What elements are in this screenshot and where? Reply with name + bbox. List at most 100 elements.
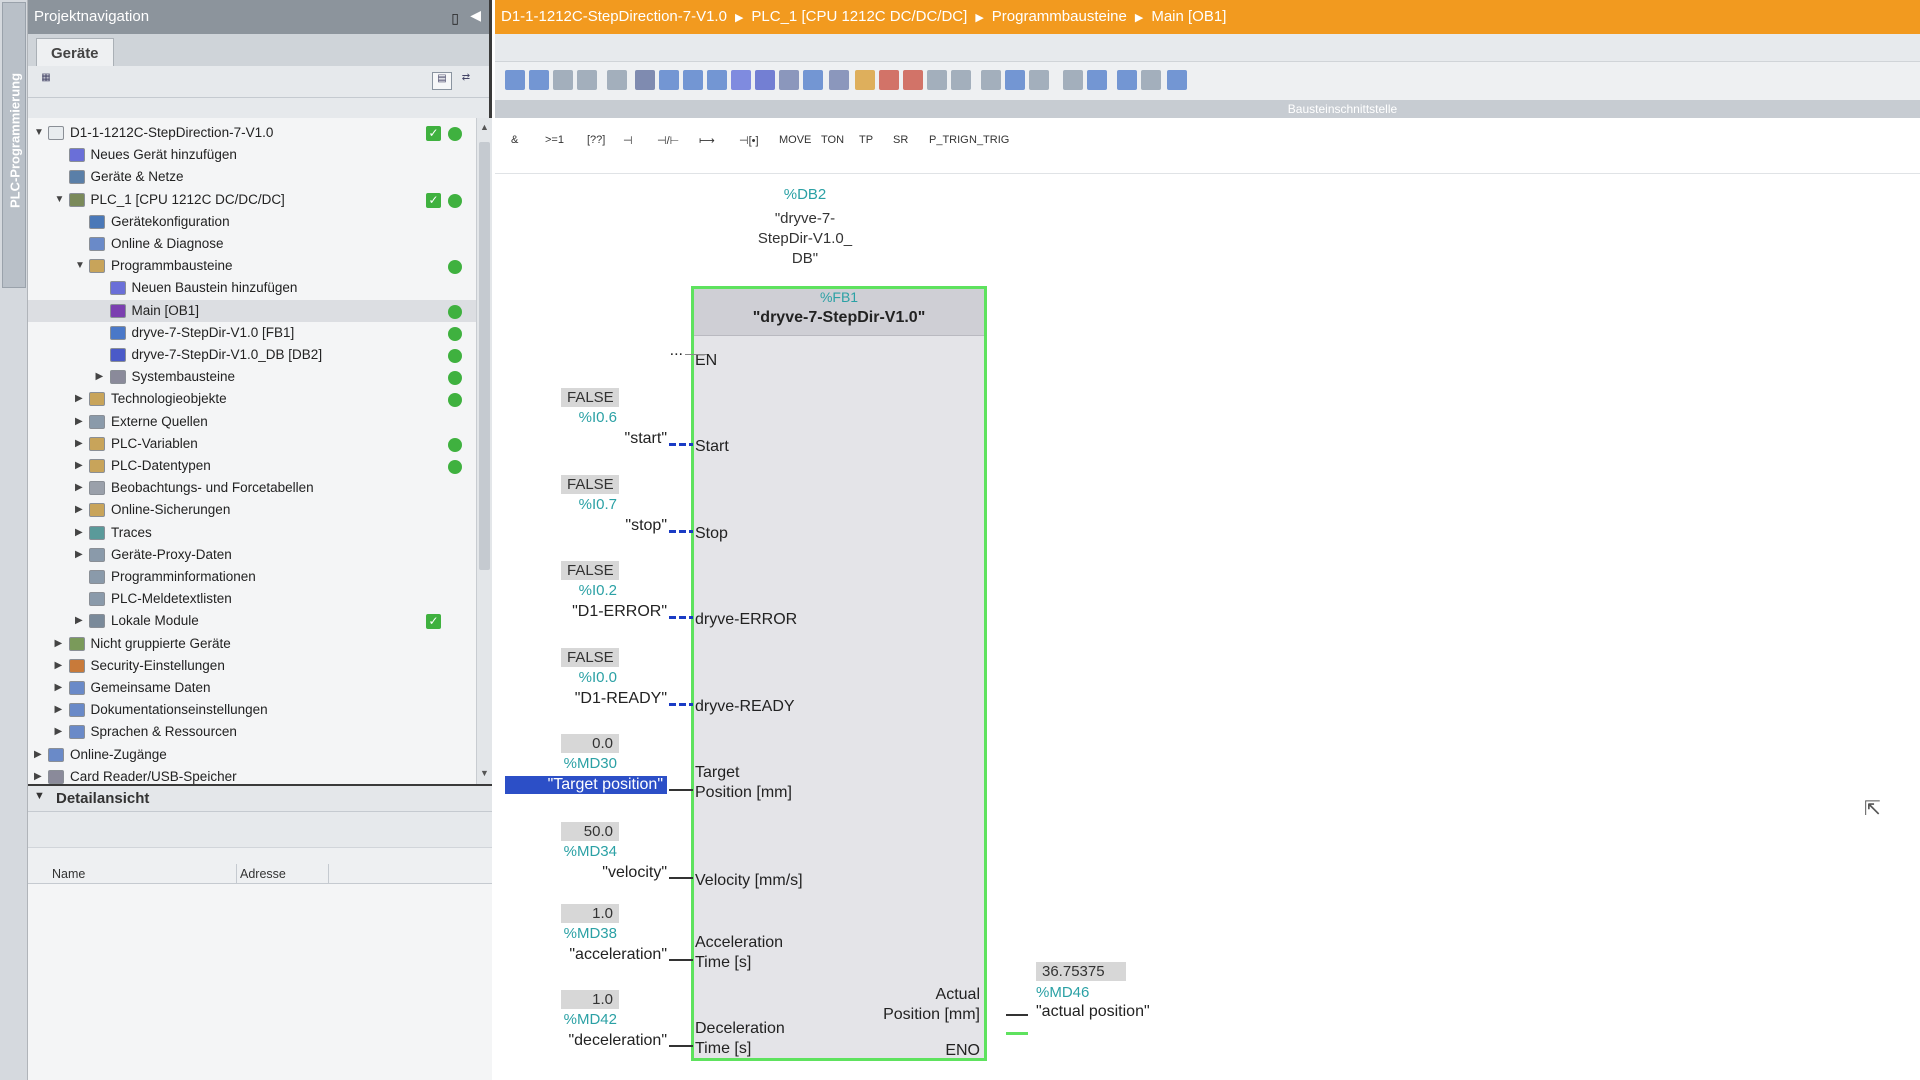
input-acceleration-symbol[interactable]: "acceleration" bbox=[505, 946, 667, 964]
tree-item[interactable]: PLC-Meldetextlisten bbox=[28, 588, 476, 610]
tree-item[interactable]: Neues Gerät hinzufügen bbox=[28, 144, 476, 166]
expand-right-icon[interactable]: ▶ bbox=[75, 610, 87, 632]
tree-item[interactable]: Gerätekonfiguration bbox=[28, 211, 476, 233]
ladder-coil-icon[interactable]: ⟼ bbox=[699, 134, 715, 147]
favorites-icon[interactable] bbox=[707, 70, 727, 90]
compare-icon[interactable] bbox=[1117, 70, 1137, 90]
ladder-and-box-icon[interactable]: & bbox=[511, 134, 518, 146]
ladder-empty-box-icon[interactable]: [??] bbox=[587, 134, 605, 146]
tree-item[interactable]: ▶ Card Reader/USB-Speicher bbox=[28, 766, 476, 784]
breadcrumb-plc[interactable]: PLC_1 [CPU 1212C DC/DC/DC] bbox=[751, 8, 967, 25]
instance-db-name-line2[interactable]: StepDir-V1.0_ bbox=[735, 230, 875, 247]
add-project-icon[interactable]: ▦ bbox=[36, 72, 56, 90]
expand-right-icon[interactable]: ▶ bbox=[96, 366, 108, 388]
pin-icon[interactable] bbox=[855, 70, 875, 90]
go-offline-icon[interactable] bbox=[903, 70, 923, 90]
connect-icon[interactable] bbox=[803, 70, 823, 90]
variables-icon[interactable] bbox=[1167, 70, 1187, 90]
project-tree-scrollbar[interactable]: ▲ ▼ bbox=[476, 118, 492, 784]
breadcrumb-program-blocks[interactable]: Programmbausteine bbox=[992, 8, 1127, 25]
expand-down-icon[interactable]: ▼ bbox=[75, 255, 87, 277]
editor-canvas[interactable]: %DB2 "dryve-7- StepDir-V1.0_ DB" %FB1 "d… bbox=[495, 174, 1920, 1080]
input-dryve-ready-symbol[interactable]: "D1-READY" bbox=[505, 690, 667, 708]
tree-item[interactable]: ▶ Systembausteine bbox=[28, 366, 476, 388]
instance-db-name-line3[interactable]: DB" bbox=[735, 250, 875, 267]
en-input[interactable]: ... bbox=[655, 342, 683, 360]
tree-item[interactable]: ▶ PLC-Datentypen bbox=[28, 455, 476, 477]
scroll-thumb[interactable] bbox=[479, 142, 490, 570]
tree-item[interactable]: dryve-7-StepDir-V1.0_DB [DB2] bbox=[28, 344, 476, 366]
absolute-operands-icon[interactable] bbox=[683, 70, 703, 90]
input-target-position-symbol[interactable]: "Target position" bbox=[505, 776, 667, 794]
input-stop-symbol[interactable]: "stop" bbox=[505, 517, 667, 535]
delete-network-icon[interactable] bbox=[529, 70, 549, 90]
tree-item[interactable]: ▶ Nicht gruppierte Geräte bbox=[28, 633, 476, 655]
collapse-left-icon[interactable]: ◀ bbox=[470, 7, 481, 24]
tree-item[interactable]: ▶ Geräte-Proxy-Daten bbox=[28, 544, 476, 566]
expand-right-icon[interactable]: ▶ bbox=[55, 677, 67, 699]
function-block-box[interactable]: %FB1 "dryve-7-StepDir-V1.0" EN Start Sto… bbox=[691, 286, 987, 1061]
go-online-icon[interactable] bbox=[879, 70, 899, 90]
input-velocity-symbol[interactable]: "velocity" bbox=[505, 864, 667, 882]
breadcrumb-project[interactable]: D1-1-1212C-StepDirection-7-V1.0 bbox=[501, 8, 727, 25]
open-branch-icon[interactable] bbox=[755, 70, 775, 90]
tree-item[interactable]: ▶ Security-Einstellungen bbox=[28, 655, 476, 677]
expand-right-icon[interactable]: ▶ bbox=[55, 633, 67, 655]
ladder-tp-timer-icon[interactable]: TP bbox=[859, 134, 873, 146]
ladder-no-contact-icon[interactable]: ⊣ bbox=[623, 134, 633, 147]
tree-item[interactable]: ▶ Technologieobjekte bbox=[28, 388, 476, 410]
plc-programming-tab[interactable]: PLC-Programmierung bbox=[2, 2, 26, 288]
tree-item[interactable]: ▶ Lokale Module ✓ bbox=[28, 610, 476, 632]
call-environment-icon[interactable] bbox=[1087, 70, 1107, 90]
tree-item[interactable]: Main [OB1] bbox=[28, 299, 476, 322]
breadcrumb-main-ob1[interactable]: Main [OB1] bbox=[1151, 8, 1226, 25]
expand-right-icon[interactable]: ▶ bbox=[75, 433, 87, 455]
tree-item[interactable]: ▶ Traces bbox=[28, 522, 476, 544]
expand-right-icon[interactable]: ▶ bbox=[75, 544, 87, 566]
online-compare-icon[interactable]: ⇄ bbox=[456, 72, 476, 90]
show-comments-icon[interactable] bbox=[829, 70, 849, 90]
force-icon[interactable] bbox=[981, 70, 1001, 90]
input-start-symbol[interactable]: "start" bbox=[505, 430, 667, 448]
expand-down-icon[interactable]: ▼ bbox=[55, 189, 67, 211]
expand-right-icon[interactable]: ▶ bbox=[34, 744, 46, 766]
expand-right-icon[interactable]: ▶ bbox=[34, 766, 46, 784]
tree-item[interactable]: ▼ PLC_1 [CPU 1212C DC/DC/DC] ✓ bbox=[28, 189, 476, 211]
ladder-ton-timer-icon[interactable]: TON bbox=[821, 134, 844, 146]
tree-item[interactable]: ▼ Programmbausteine bbox=[28, 255, 476, 277]
close-branch-icon[interactable] bbox=[779, 70, 799, 90]
expand-right-icon[interactable]: ▶ bbox=[75, 477, 87, 499]
expand-down-icon[interactable]: ▼ bbox=[34, 122, 46, 144]
tree-item[interactable]: Online & Diagnose bbox=[28, 233, 476, 255]
ladder-or-box-icon[interactable]: >=1 bbox=[545, 134, 564, 146]
pin-icon[interactable]: ▯ bbox=[451, 8, 459, 28]
expand-right-icon[interactable]: ▶ bbox=[75, 455, 87, 477]
tree-item[interactable]: ▶ Externe Quellen bbox=[28, 411, 476, 433]
tab-geraete[interactable]: Geräte bbox=[36, 38, 114, 68]
expand-right-icon[interactable]: ▶ bbox=[75, 388, 87, 410]
step-over-icon[interactable] bbox=[1063, 70, 1083, 90]
function-block-name[interactable]: "dryve-7-StepDir-V1.0" bbox=[694, 309, 984, 327]
expand-right-icon[interactable]: ▶ bbox=[55, 655, 67, 677]
expand-right-icon[interactable]: ▶ bbox=[75, 499, 87, 521]
ladder-sr-flipflop-icon[interactable]: SR bbox=[893, 134, 908, 146]
monitoring-on-icon[interactable] bbox=[1141, 70, 1161, 90]
open-all-networks-icon[interactable] bbox=[635, 70, 655, 90]
modify-icon[interactable] bbox=[951, 70, 971, 90]
tree-item[interactable]: Programminformationen bbox=[28, 566, 476, 588]
insert-network-icon[interactable] bbox=[505, 70, 525, 90]
scroll-down-icon[interactable]: ▼ bbox=[477, 768, 492, 784]
view-toggle-icon[interactable]: ▤ bbox=[432, 72, 452, 90]
scroll-up-icon[interactable]: ▲ bbox=[477, 122, 492, 138]
block-interface-bar[interactable]: Bausteinschnittstelle bbox=[495, 100, 1920, 118]
insert-empty-box-icon[interactable] bbox=[731, 70, 751, 90]
close-all-networks-icon[interactable] bbox=[659, 70, 679, 90]
expand-right-icon[interactable]: ▶ bbox=[55, 721, 67, 743]
tree-item[interactable]: ▶ Dokumentationseinstellungen bbox=[28, 699, 476, 721]
ladder-nc-contact-icon[interactable]: ⊣/⊢ bbox=[657, 134, 679, 147]
ladder-move-box-icon[interactable]: MOVE bbox=[779, 134, 811, 146]
tree-item[interactable]: ▶ PLC-Variablen bbox=[28, 433, 476, 455]
ladder-p-trig-icon[interactable]: P_TRIG bbox=[929, 134, 969, 146]
tree-item[interactable]: ▶ Online-Zugänge bbox=[28, 744, 476, 766]
add-row-icon[interactable] bbox=[577, 70, 597, 90]
